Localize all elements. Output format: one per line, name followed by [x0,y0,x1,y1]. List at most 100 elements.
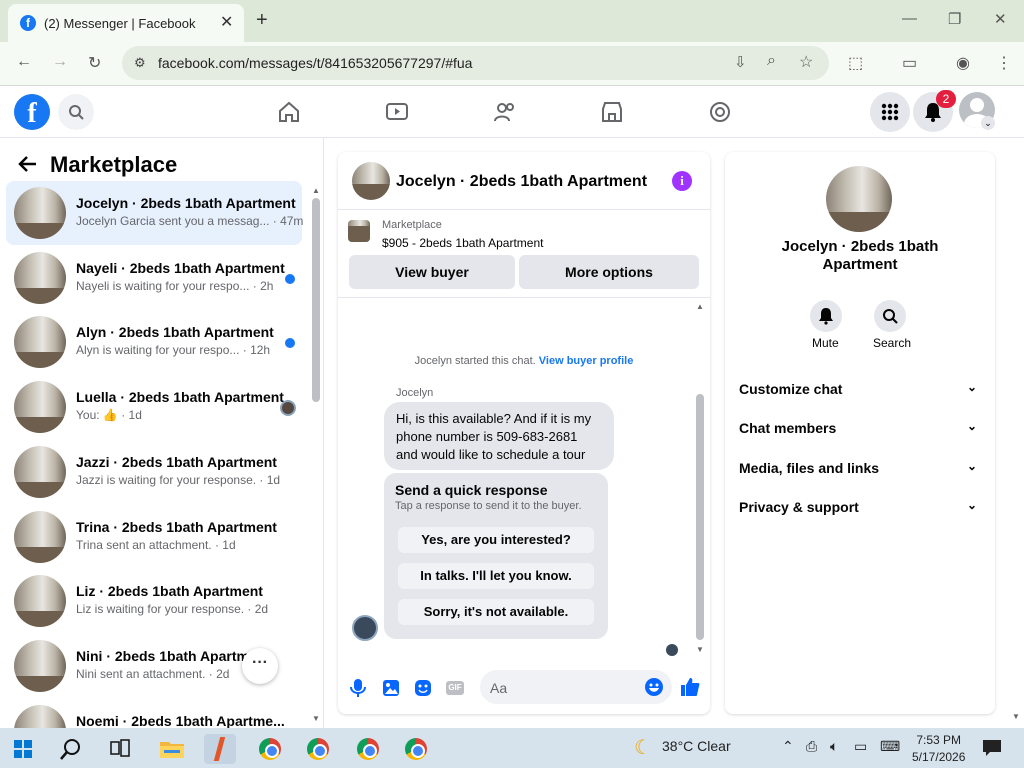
like-thumb-icon[interactable] [680,677,700,697]
sticker-icon[interactable] [414,679,432,697]
facebook-logo-icon[interactable]: f [14,94,50,130]
grid-menu-icon [881,103,899,121]
conversation-item[interactable]: Luella · 2beds 1bath Apartment You: 👍 · … [6,375,302,439]
info-listing-thumbnail[interactable] [826,166,892,232]
system-clock[interactable]: 7:53 PM 5/17/2026 [912,732,965,766]
section-label: Media, files and links [739,460,880,476]
listing-thumbnail [14,252,66,304]
clock-date: 5/17/2026 [912,750,966,764]
quick-reply-yes[interactable]: Yes, are you interested? [398,527,594,553]
seen-avatar [666,644,678,656]
chat-scroll-up-icon[interactable]: ▲ [696,302,704,311]
chat-members-section[interactable]: Chat members ⌄ [739,419,981,440]
scroll-up-icon[interactable]: ▲ [312,186,320,195]
gif-icon[interactable]: GIF [446,681,464,695]
more-options-button[interactable]: More options [519,255,699,289]
chrome-app-1[interactable] [254,734,286,764]
task-view-icon[interactable] [110,739,130,757]
windows-start-icon[interactable] [14,740,32,758]
chat-scrollbar[interactable] [696,394,704,640]
home-icon[interactable] [277,100,301,124]
chrome-app-4[interactable] [400,734,432,764]
customize-chat-section[interactable]: Customize chat ⌄ [739,380,981,401]
conversation-item[interactable]: Jocelyn · 2beds 1bath Apartment Jocelyn … [6,181,303,245]
chat-listing-thumbnail[interactable] [352,162,390,200]
facebook-search-button[interactable] [58,94,94,130]
cast-icon[interactable]: ▭ [902,53,917,73]
info-icon[interactable]: i [672,171,692,191]
message-input-placeholder: Aa [490,680,508,696]
reload-icon[interactable]: ↻ [88,53,101,73]
bell-icon [819,308,833,325]
window-close-icon[interactable]: ✕ [994,10,1007,28]
extensions-icon[interactable]: ⬚ [848,53,863,73]
conversation-options-button[interactable]: ··· [242,648,278,684]
meet-now-icon[interactable]: ⎙ [806,738,817,755]
tab-close-icon[interactable]: ✕ [220,12,233,32]
quick-response-subtitle: Tap a response to send it to the buyer. [395,500,582,512]
volume-icon[interactable]: 🔈︎ [830,738,838,755]
chrome-menu-icon[interactable]: ⋮ [996,53,1012,73]
conversation-item[interactable]: Nayeli · 2beds 1bath Apartment Nayeli is… [6,246,302,310]
watch-video-icon[interactable] [385,100,409,124]
address-bar[interactable]: ⚙ facebook.com/messages/t/84165320567729… [122,46,829,80]
browser-tab[interactable]: f (2) Messenger | Facebook ✕ [8,4,244,42]
conversation-item[interactable]: Jazzi · 2beds 1bath Apartment Jazzi is w… [6,440,302,504]
marketplace-icon[interactable] [600,100,624,124]
zoom-icon[interactable]: ⌕ [767,52,776,70]
notification-badge: 2 [936,90,956,108]
restore-icon[interactable]: ❐ [948,10,961,28]
windows-taskbar: ☾ 38°C Clear ⌃ ⎙ 🔈︎ ▭ ⌨ 7:53 PM 5/17/202… [0,728,1024,768]
conversation-item[interactable]: Trina · 2beds 1bath Apartment Trina sent… [6,505,302,569]
keyboard-icon[interactable]: ⌨ [880,738,900,755]
privacy-support-section[interactable]: Privacy & support ⌄ [739,498,981,519]
chrome-app-3[interactable] [352,734,384,764]
network-icon[interactable]: ▭ [854,738,867,755]
quick-reply-not-available[interactable]: Sorry, it's not available. [398,599,594,625]
gaming-icon[interactable] [708,100,732,124]
conversation-item[interactable]: Liz · 2beds 1bath Apartment Liz is waiti… [6,569,302,633]
chat-title[interactable]: Jocelyn · 2beds 1bath Apartment [396,173,647,191]
mute-button[interactable] [810,300,842,332]
page-scroll-down-icon[interactable]: ▼ [1012,712,1020,721]
menu-button[interactable] [870,92,910,132]
forward-icon[interactable]: → [52,53,68,71]
back-arrow-icon[interactable] [18,154,38,174]
file-explorer-app[interactable] [156,734,188,764]
sender-avatar[interactable] [352,615,378,641]
taskbar-search-icon[interactable] [60,738,82,760]
incoming-message[interactable]: Hi, is this available? And if it is my p… [384,402,614,470]
chrome-app-2[interactable] [302,734,334,764]
listing-price[interactable]: $905 - 2beds 1bath Apartment [382,236,543,250]
microphone-icon[interactable] [350,678,366,698]
conversation-item[interactable]: Noemi · 2beds 1bath Apartme... [6,699,302,728]
view-buyer-profile-link[interactable]: View buyer profile [539,355,634,367]
minimize-icon[interactable]: — [902,10,917,27]
quick-reply-in-talks[interactable]: In talks. I'll let you know. [398,563,594,589]
account-chevron-icon[interactable]: ⌄ [981,116,995,130]
notification-center-icon[interactable] [982,739,1002,757]
new-tab-icon[interactable]: + [256,9,268,32]
listing-thumbnail [14,640,66,692]
sidebar-scrollbar[interactable] [312,198,320,402]
back-icon[interactable]: ← [16,53,32,71]
media-files-links-section[interactable]: Media, files and links ⌄ [739,459,981,480]
listing-mini-thumbnail[interactable] [348,220,370,242]
install-icon[interactable]: ⇩ [734,53,747,71]
chat-scroll-down-icon[interactable]: ▼ [696,645,704,654]
profile-icon[interactable]: ◉ [956,53,970,73]
weather-text[interactable]: 38°C Clear [662,738,731,754]
groups-icon[interactable] [493,100,517,124]
tray-chevron-icon[interactable]: ⌃ [782,738,794,755]
active-app[interactable] [204,734,236,764]
message-input[interactable]: Aa [480,670,672,704]
conversation-item[interactable]: Alyn · 2beds 1bath Apartment Alyn is wai… [6,310,302,374]
photo-icon[interactable] [382,679,400,697]
info-conversation-name: Jocelyn · 2beds 1bath Apartment [781,238,939,273]
emoji-icon[interactable] [644,677,664,697]
view-buyer-button[interactable]: View buyer [349,255,515,289]
bookmark-star-icon[interactable]: ☆ [799,52,813,72]
site-info-icon[interactable]: ⚙ [134,55,146,71]
scroll-down-icon[interactable]: ▼ [312,714,320,723]
search-in-chat-button[interactable] [874,300,906,332]
